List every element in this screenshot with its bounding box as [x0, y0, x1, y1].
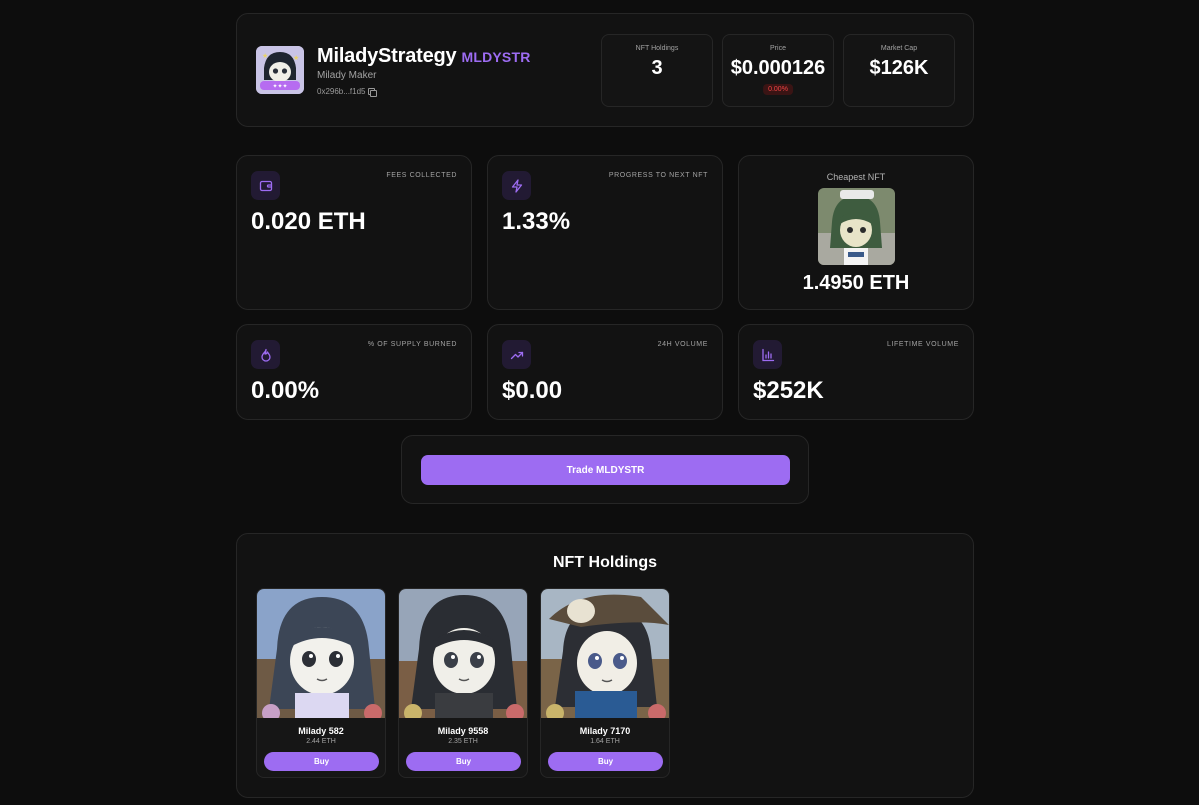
- stat-value: $0.000126: [730, 57, 826, 79]
- price-change-badge: 0.00%: [763, 84, 793, 95]
- stat-value: $126K: [869, 57, 929, 79]
- nft-price: 2.44 ETH: [306, 738, 336, 745]
- metric-label: 24H VOLUME: [657, 341, 708, 348]
- nft-image[interactable]: [541, 589, 669, 722]
- cheapest-label: Cheapest NFT: [826, 172, 886, 182]
- token-header: ✦✦✦ ★ ★ MiladyStrategy MLDYSTR Milady Mak…: [236, 13, 974, 127]
- buy-button[interactable]: Buy: [406, 752, 521, 771]
- nft-holdings-section: NFT Holdings Milady 582 2.44 ETH Buy Mil…: [236, 533, 974, 798]
- trade-panel: Trade MLDYSTR: [401, 435, 809, 504]
- stat-label: NFT Holdings: [635, 45, 679, 52]
- card-fees-collected: FEES COLLECTED 0.020 ETH: [236, 155, 472, 310]
- nft-card[interactable]: Milady 582 2.44 ETH Buy: [256, 588, 386, 778]
- stat-nft-holdings: NFT Holdings 3: [601, 34, 713, 107]
- nft-card[interactable]: Milady 7170 1.64 ETH Buy: [540, 588, 670, 778]
- metric-label: PROGRESS TO NEXT NFT: [608, 172, 708, 179]
- nft-image[interactable]: [257, 589, 385, 722]
- stat-value: 3: [651, 57, 663, 79]
- metric-value: 0.020 ETH: [251, 208, 366, 235]
- nft-name: Milady 7170: [579, 726, 631, 736]
- trending-up-icon: [502, 340, 531, 369]
- metric-value: 0.00%: [251, 377, 320, 404]
- nft-price: 1.64 ETH: [590, 738, 620, 745]
- nft-name: Milady 582: [298, 726, 344, 736]
- svg-text:★: ★: [293, 54, 299, 62]
- metric-value: $0.00: [502, 377, 563, 404]
- card-24h-volume: 24H VOLUME $0.00: [487, 324, 723, 420]
- cheapest-nft-image[interactable]: [818, 188, 895, 265]
- flame-icon: [251, 340, 280, 369]
- contract-address: 0x296b...f1d5: [317, 87, 378, 97]
- card-supply-burned: % OF SUPPLY BURNED 0.00%: [236, 324, 472, 420]
- buy-button[interactable]: Buy: [264, 752, 379, 771]
- token-subtitle: Milady Maker: [317, 70, 377, 81]
- lightning-icon: [502, 171, 531, 200]
- stat-price: Price $0.000126 0.00%: [722, 34, 834, 107]
- metric-value: 1.33%: [502, 208, 571, 235]
- card-lifetime-volume: LIFETIME VOLUME $252K: [738, 324, 974, 420]
- cheapest-value: 1.4950 ETH: [802, 272, 910, 294]
- stat-label: Market Cap: [880, 45, 918, 52]
- svg-text:★: ★: [262, 52, 268, 60]
- stat-label: Price: [770, 45, 786, 52]
- copy-icon[interactable]: [368, 87, 378, 97]
- buy-button[interactable]: Buy: [548, 752, 663, 771]
- trade-button[interactable]: Trade MLDYSTR: [421, 455, 790, 485]
- token-ticker: MLDYSTR: [461, 49, 531, 65]
- metric-value: $252K: [753, 377, 824, 404]
- metric-label: FEES COLLECTED: [386, 172, 457, 179]
- nft-price: 2.35 ETH: [448, 738, 478, 745]
- address-text: 0x296b...f1d5: [317, 87, 366, 96]
- token-title: MiladyStrategy MLDYSTR: [317, 45, 531, 68]
- token-avatar: ✦✦✦ ★ ★: [256, 46, 304, 94]
- wallet-icon: [251, 171, 280, 200]
- card-progress-next-nft: PROGRESS TO NEXT NFT 1.33%: [487, 155, 723, 310]
- metric-label: % OF SUPPLY BURNED: [367, 341, 457, 348]
- nft-card[interactable]: Milady 9558 2.35 ETH Buy: [398, 588, 528, 778]
- bar-chart-icon: [753, 340, 782, 369]
- nft-name: Milady 9558: [437, 726, 489, 736]
- nft-image[interactable]: [399, 589, 527, 722]
- token-name: MiladyStrategy: [317, 45, 457, 67]
- card-cheapest-nft[interactable]: Cheapest NFT 1.4950 ETH: [738, 155, 974, 310]
- metric-label: LIFETIME VOLUME: [886, 341, 959, 348]
- holdings-title: NFT Holdings: [553, 554, 657, 571]
- svg-text:✦✦✦: ✦✦✦: [272, 83, 287, 90]
- stat-market-cap: Market Cap $126K: [843, 34, 955, 107]
